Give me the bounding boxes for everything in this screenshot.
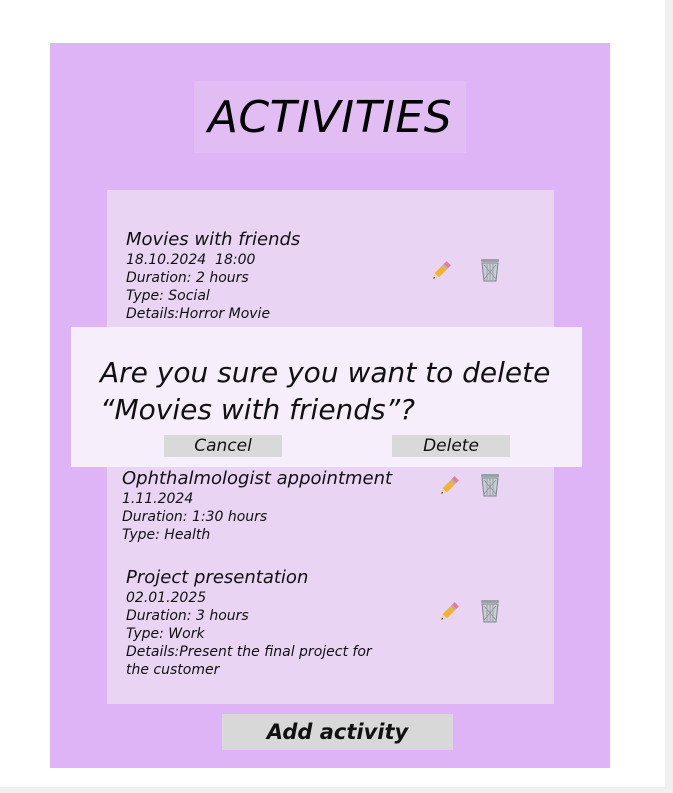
- add-activity-button[interactable]: Add activity: [222, 714, 453, 750]
- delete-button[interactable]: Delete: [392, 435, 510, 457]
- title-box: ACTIVITIES: [194, 81, 466, 153]
- activity-type: Type: Work: [126, 626, 205, 642]
- activity-item: Ophthalmologist appointment 1.11.2024 Du…: [122, 468, 392, 544]
- trash-can-icon[interactable]: [476, 256, 504, 284]
- pencil-icon[interactable]: [435, 598, 463, 626]
- activity-item: Movies with friends 18.10.2024 18:00 Dur…: [126, 229, 300, 323]
- activity-duration: Duration: 2 hours: [126, 270, 249, 286]
- activity-details: Details:Horror Movie: [126, 306, 271, 322]
- activity-datetime: 02.01.2025: [126, 590, 207, 606]
- pencil-icon[interactable]: [435, 472, 463, 500]
- activity-duration: Duration: 1:30 hours: [122, 509, 268, 525]
- activity-duration: Duration: 3 hours: [126, 608, 249, 624]
- pencil-icon[interactable]: [427, 257, 455, 285]
- delete-confirmation-dialog: Are you sure you want to delete “Movies …: [71, 327, 582, 467]
- activity-name: Project presentation: [126, 567, 309, 588]
- activity-datetime: 18.10.2024 18:00: [126, 252, 256, 268]
- page-title: ACTIVITIES: [207, 91, 453, 143]
- activity-item: Project presentation 02.01.2025 Duration…: [126, 567, 376, 679]
- dialog-question-line2: “Movies with friends”?: [100, 393, 416, 426]
- activity-datetime: 1.11.2024: [122, 491, 194, 507]
- cancel-button[interactable]: Cancel: [164, 435, 282, 457]
- trash-can-icon[interactable]: [476, 471, 504, 499]
- activity-name: Movies with friends: [126, 229, 301, 250]
- activity-details: Details:Present the final project for th…: [126, 644, 372, 678]
- activity-type: Type: Social: [126, 288, 210, 304]
- activity-name: Ophthalmologist appointment: [122, 468, 393, 489]
- trash-can-icon[interactable]: [476, 597, 504, 625]
- dialog-question-line1: Are you sure you want to delete: [100, 356, 551, 389]
- activity-type: Type: Health: [122, 527, 211, 543]
- dialog-question: Are you sure you want to delete “Movies …: [100, 354, 570, 428]
